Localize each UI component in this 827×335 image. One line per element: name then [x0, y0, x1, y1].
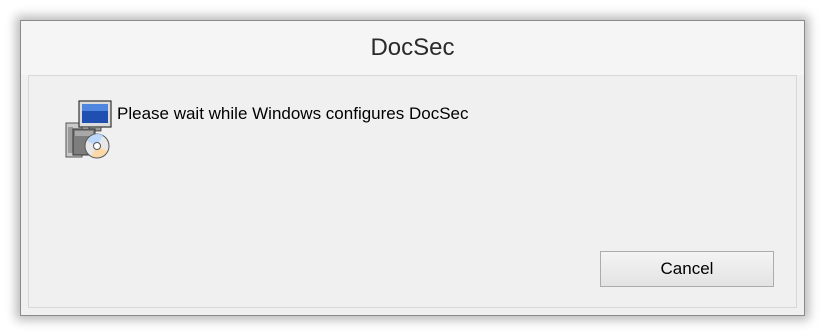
installer-dialog-window: DocSec Please wait while Windows configu…: [20, 20, 805, 316]
dialog-content: Please wait while Windows configures Doc…: [28, 75, 797, 308]
title-bar: DocSec: [21, 21, 804, 75]
cancel-button[interactable]: Cancel: [600, 251, 774, 287]
window-title: DocSec: [370, 34, 455, 61]
status-message: Please wait while Windows configures Doc…: [117, 104, 469, 123]
installer-package-icon: [63, 97, 115, 161]
